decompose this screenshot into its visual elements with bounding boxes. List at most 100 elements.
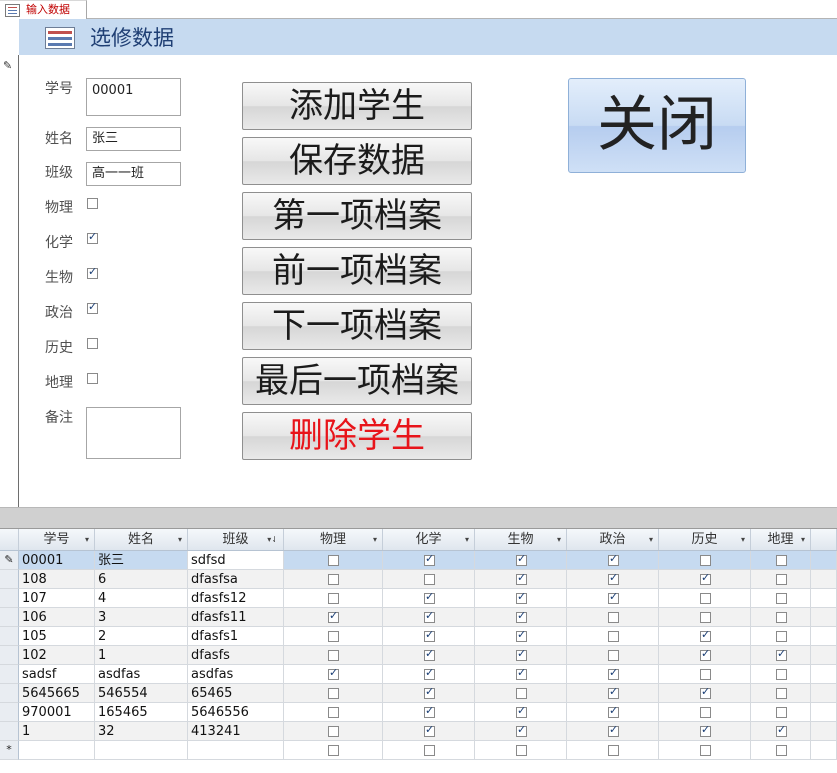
geography-checkbox[interactable] <box>776 723 787 737</box>
cell-class[interactable]: asdfas <box>188 665 284 684</box>
last-record-button[interactable]: 最后一项档案 <box>242 357 472 405</box>
chemistry-checkbox[interactable] <box>424 745 435 756</box>
column-header-history[interactable]: 历史 ▾ <box>659 529 751 550</box>
cell-class[interactable]: dfasfs1 <box>188 627 284 646</box>
history-checkbox[interactable] <box>700 723 711 737</box>
biology-checkbox[interactable] <box>516 745 527 756</box>
politics-checkbox[interactable] <box>608 704 619 718</box>
split-form-splitter[interactable] <box>0 507 837 529</box>
add-student-button[interactable]: 添加学生 <box>242 82 472 130</box>
cell-id[interactable]: 1 <box>19 722 95 741</box>
history-checkbox[interactable] <box>700 555 711 566</box>
dropdown-arrow-icon[interactable]: ▾ <box>557 529 561 550</box>
physics-checkbox[interactable] <box>328 631 339 642</box>
previous-record-button[interactable]: 前一项档案 <box>242 247 472 295</box>
politics-checkbox[interactable] <box>608 723 619 737</box>
cell-name[interactable]: 2 <box>95 627 188 646</box>
select-all-corner[interactable] <box>0 529 19 550</box>
column-header-name[interactable]: 姓名 ▾ <box>95 529 188 550</box>
row-selector[interactable] <box>0 665 19 684</box>
close-button[interactable]: 关闭 <box>568 78 746 173</box>
chemistry-checkbox[interactable] <box>424 574 435 585</box>
chemistry-checkbox[interactable] <box>424 590 435 604</box>
politics-checkbox[interactable] <box>608 685 619 699</box>
cell-name[interactable]: 3 <box>95 608 188 627</box>
cell-id[interactable] <box>19 741 95 760</box>
physics-checkbox[interactable] <box>87 198 98 209</box>
column-header-id[interactable]: 学号 ▾ <box>19 529 95 550</box>
cell-name[interactable] <box>95 741 188 760</box>
document-tab[interactable]: 输入数据 <box>0 0 87 19</box>
cell-class[interactable]: sdfsd <box>188 551 284 570</box>
politics-checkbox[interactable] <box>608 631 619 642</box>
cell-name[interactable]: 张三 <box>95 551 188 570</box>
cell-name[interactable]: 546554 <box>95 684 188 703</box>
chemistry-checkbox[interactable] <box>424 628 435 642</box>
dropdown-arrow-icon[interactable]: ▾ <box>178 529 182 550</box>
politics-checkbox[interactable] <box>608 612 619 623</box>
chemistry-checkbox[interactable] <box>424 552 435 566</box>
delete-student-button[interactable]: 删除学生 <box>242 412 472 460</box>
biology-checkbox[interactable] <box>516 723 527 737</box>
cell-name[interactable]: 165465 <box>95 703 188 722</box>
sort-filter-icon[interactable]: ▾⇃ <box>267 529 278 550</box>
cell-class[interactable] <box>188 741 284 760</box>
physics-checkbox[interactable] <box>328 688 339 699</box>
record-selector[interactable]: ✎ <box>0 55 19 507</box>
cell-name[interactable]: 1 <box>95 646 188 665</box>
row-selector[interactable] <box>0 684 19 703</box>
physics-checkbox[interactable] <box>328 745 339 756</box>
cell-class[interactable]: 65465 <box>188 684 284 703</box>
class-field[interactable]: 高一一班 <box>86 162 181 186</box>
chemistry-checkbox[interactable] <box>87 230 98 244</box>
chemistry-checkbox[interactable] <box>424 666 435 680</box>
row-selector[interactable] <box>0 646 19 665</box>
save-data-button[interactable]: 保存数据 <box>242 137 472 185</box>
geography-checkbox[interactable] <box>776 631 787 642</box>
column-header-physics[interactable]: 物理 ▾ <box>284 529 383 550</box>
row-selector[interactable] <box>0 589 19 608</box>
dropdown-arrow-icon[interactable]: ▾ <box>801 529 805 550</box>
history-checkbox[interactable] <box>700 745 711 756</box>
geography-checkbox[interactable] <box>87 373 98 384</box>
physics-checkbox[interactable] <box>328 574 339 585</box>
dropdown-arrow-icon[interactable]: ▾ <box>465 529 469 550</box>
table-row[interactable]: 107 4 dfasfs12 <box>0 589 837 608</box>
biology-checkbox[interactable] <box>516 590 527 604</box>
row-selector[interactable]: * <box>0 741 19 760</box>
student-id-field[interactable]: 00001 <box>86 78 181 116</box>
geography-checkbox[interactable] <box>776 647 787 661</box>
row-selector[interactable] <box>0 627 19 646</box>
chemistry-checkbox[interactable] <box>424 723 435 737</box>
biology-checkbox[interactable] <box>516 571 527 585</box>
cell-class[interactable]: dfasfs11 <box>188 608 284 627</box>
geography-checkbox[interactable] <box>776 612 787 623</box>
column-header-biology[interactable]: 生物 ▾ <box>475 529 567 550</box>
history-checkbox[interactable] <box>700 685 711 699</box>
politics-checkbox[interactable] <box>608 552 619 566</box>
physics-checkbox[interactable] <box>328 726 339 737</box>
physics-checkbox[interactable] <box>328 555 339 566</box>
history-checkbox[interactable] <box>700 647 711 661</box>
cell-id[interactable]: 108 <box>19 570 95 589</box>
new-record-row[interactable]: * <box>0 741 837 760</box>
table-row[interactable]: 5645665 546554 65465 <box>0 684 837 703</box>
table-row[interactable]: 1 32 413241 <box>0 722 837 741</box>
row-selector[interactable] <box>0 570 19 589</box>
physics-checkbox[interactable] <box>328 666 339 680</box>
history-checkbox[interactable] <box>700 593 711 604</box>
table-row[interactable]: 970001 165465 5646556 <box>0 703 837 722</box>
column-header-politics[interactable]: 政治 ▾ <box>567 529 659 550</box>
row-selector[interactable] <box>0 722 19 741</box>
biology-checkbox[interactable] <box>516 666 527 680</box>
politics-checkbox[interactable] <box>608 650 619 661</box>
table-row[interactable]: 105 2 dfasfs1 <box>0 627 837 646</box>
chemistry-checkbox[interactable] <box>424 609 435 623</box>
row-selector[interactable]: ✎ <box>0 551 19 570</box>
politics-checkbox[interactable] <box>608 590 619 604</box>
cell-class[interactable]: dfasfs <box>188 646 284 665</box>
next-record-button[interactable]: 下一项档案 <box>242 302 472 350</box>
column-header-geography[interactable]: 地理 ▾ <box>751 529 811 550</box>
cell-id[interactable]: 107 <box>19 589 95 608</box>
cell-id[interactable]: 102 <box>19 646 95 665</box>
